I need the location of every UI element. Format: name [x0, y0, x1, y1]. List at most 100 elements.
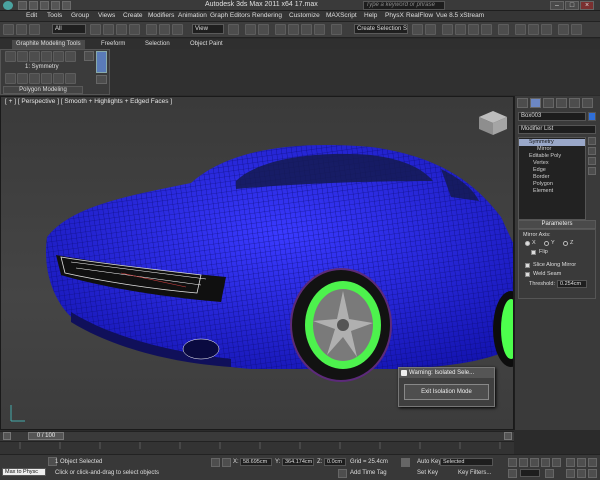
auto-key-button[interactable]: Auto Key [417, 459, 441, 465]
menu-tools[interactable]: Tools [47, 12, 62, 19]
render-production-icon[interactable] [541, 24, 552, 35]
pin-stack-icon[interactable] [588, 137, 596, 145]
set-key-button[interactable]: Set Key [417, 470, 438, 476]
pivot-center-icon[interactable] [228, 24, 239, 35]
utilities-tab-icon[interactable] [582, 98, 593, 108]
close-button[interactable]: × [580, 1, 594, 10]
selection-filter-dropdown[interactable]: All [52, 24, 86, 34]
weld-seam-checkbox[interactable] [525, 272, 530, 277]
tab-freeform[interactable]: Freeform [97, 40, 129, 49]
menu-maxscript[interactable]: MAXScript [326, 12, 357, 19]
move-icon[interactable] [146, 24, 157, 35]
threshold-spinner[interactable]: 0.254cm [557, 280, 587, 288]
schematic-view-icon[interactable] [481, 24, 492, 35]
add-time-tag[interactable]: Add Time Tag [350, 470, 387, 476]
percent-snap-icon[interactable] [301, 24, 312, 35]
polygon-modeling-dropdown[interactable]: Polygon Modeling [3, 86, 83, 94]
material-editor-icon[interactable] [498, 24, 509, 35]
next-modifier-icon[interactable] [29, 51, 40, 62]
object-name-field[interactable]: Box003 [518, 112, 586, 121]
reference-coordinate-dropdown[interactable]: View [192, 24, 224, 34]
selection-lock-icon[interactable] [211, 458, 220, 467]
show-end-result-icon[interactable] [29, 73, 40, 84]
zoom-all-icon[interactable] [577, 458, 586, 467]
x-coordinate-field[interactable]: 58.695cm [240, 458, 272, 466]
current-frame-field[interactable] [520, 469, 540, 477]
orbit-icon[interactable] [588, 469, 597, 478]
zoom-extents-icon[interactable] [588, 458, 597, 467]
next-frame-icon[interactable] [541, 458, 550, 467]
minimize-button[interactable]: – [550, 1, 564, 10]
redo-icon[interactable] [62, 1, 71, 10]
field-of-view-icon[interactable] [566, 469, 575, 478]
absolute-mode-icon[interactable] [222, 458, 231, 467]
tab-selection[interactable]: Selection [141, 40, 174, 49]
rectangular-selection-icon[interactable] [116, 24, 127, 35]
motion-tab-icon[interactable] [556, 98, 567, 108]
vue-icon[interactable] [558, 24, 569, 35]
scale-icon[interactable] [172, 24, 183, 35]
ribbon-toggle-icon[interactable] [96, 51, 107, 73]
maxscript-listener[interactable]: Max to Physc [2, 468, 46, 476]
menu-realflow[interactable]: RealFlow [406, 12, 433, 19]
menu-modifiers[interactable]: Modifiers [148, 12, 174, 19]
menu-graph-editors[interactable]: Graph Editors [210, 12, 250, 19]
make-unique-icon[interactable] [41, 73, 52, 84]
key-mode-toggle-icon[interactable] [508, 469, 517, 478]
menu-animation[interactable]: Animation [178, 12, 207, 19]
dialog-title[interactable]: Warning: Isolated Sele... [399, 368, 494, 378]
axis-x-radio[interactable] [525, 241, 530, 246]
app-logo-icon[interactable] [3, 1, 13, 10]
previous-frame-icon[interactable] [519, 458, 528, 467]
slider-prev-icon[interactable] [3, 432, 11, 440]
make-unique-toggle-icon[interactable] [588, 157, 596, 165]
select-and-manipulate-icon[interactable] [245, 24, 256, 35]
zoom-icon[interactable] [566, 458, 575, 467]
keyboard-shortcut-icon[interactable] [258, 24, 269, 35]
stack-item-editable-poly[interactable]: Editable Poly [519, 153, 585, 160]
stack-item-element[interactable]: Element [519, 188, 585, 195]
realflow-icon[interactable] [571, 24, 582, 35]
time-slider-thumb[interactable]: 0 / 100 [28, 432, 64, 440]
previous-modifier-icon[interactable] [17, 51, 28, 62]
stack-item-border[interactable]: Border [519, 174, 585, 181]
snaps-toggle-icon[interactable] [275, 24, 286, 35]
spinner-snap-icon[interactable] [314, 24, 325, 35]
menu-rendering[interactable]: Rendering [252, 12, 282, 19]
stack-item-vertex[interactable]: Vertex [519, 160, 585, 167]
go-to-start-icon[interactable] [508, 458, 517, 467]
redo-button[interactable] [16, 24, 27, 35]
pan-view-icon[interactable] [577, 469, 586, 478]
y-coordinate-field[interactable]: 364.174cm [282, 458, 314, 466]
remove-modifier-toggle-icon[interactable] [588, 167, 596, 175]
curve-editor-icon[interactable] [468, 24, 479, 35]
remove-modifier-icon[interactable] [53, 73, 64, 84]
layer-manager-icon[interactable] [442, 24, 453, 35]
menu-views[interactable]: Views [98, 12, 115, 19]
ribbon-side-icon[interactable] [84, 51, 94, 61]
axis-z-radio[interactable] [563, 241, 568, 246]
key-filters-button[interactable]: Key Filters... [458, 470, 491, 476]
menu-edit[interactable]: Edit [26, 12, 37, 19]
link-icon[interactable] [29, 24, 40, 35]
edge-mode-icon[interactable] [53, 51, 64, 62]
display-tab-icon[interactable] [569, 98, 580, 108]
modify-tab-icon[interactable] [530, 98, 541, 108]
hierarchy-tab-icon[interactable] [543, 98, 554, 108]
edit-named-selection-icon[interactable] [331, 24, 342, 35]
menu-vue-xstream[interactable]: Vue 8.5 xStream [436, 12, 484, 19]
create-tab-icon[interactable] [517, 98, 528, 108]
ribbon-lock-icon[interactable] [96, 75, 107, 84]
select-object-icon[interactable] [90, 24, 101, 35]
track-bar[interactable] [0, 441, 514, 454]
time-configuration-icon[interactable] [545, 469, 554, 478]
stack-level-icon[interactable] [5, 51, 16, 62]
stack-item-mirror[interactable]: Mirror [519, 146, 585, 153]
tab-object-paint[interactable]: Object Paint [186, 40, 227, 49]
configure-modifier-sets-icon[interactable] [65, 73, 76, 84]
named-selection-set-dropdown[interactable]: Create Selection Se [354, 24, 408, 34]
slice-along-mirror-checkbox[interactable] [525, 263, 530, 268]
stack-item-edge[interactable]: Edge [519, 167, 585, 174]
menu-help[interactable]: Help [364, 12, 377, 19]
menu-group[interactable]: Group [71, 12, 89, 19]
